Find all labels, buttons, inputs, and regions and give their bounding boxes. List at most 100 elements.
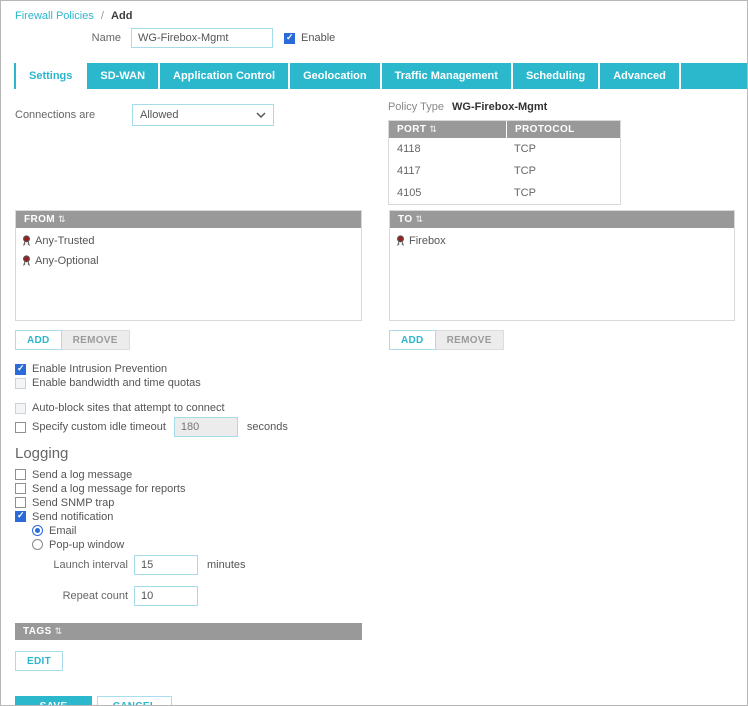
from-add-button[interactable]: ADD — [15, 330, 62, 350]
tab-scheduling[interactable]: Scheduling — [513, 63, 600, 89]
table-row: 4117 TCP — [389, 160, 620, 182]
to-panel-wrap: TO ⇅ Firebox ADD REMOVE — [389, 210, 735, 350]
to-remove-button[interactable]: REMOVE — [436, 330, 504, 350]
tags-column-header[interactable]: TAGS ⇅ — [15, 623, 362, 640]
tab-advanced[interactable]: Advanced — [600, 63, 681, 89]
send-notification-label: Send notification — [32, 511, 113, 523]
settings-tab-content: Connections are Allowed Policy Type WG-Fi… — [1, 101, 747, 706]
launch-interval-label: Launch interval — [15, 559, 128, 571]
email-radio-label: Email — [49, 525, 77, 537]
to-column-header[interactable]: TO ⇅ — [390, 211, 734, 228]
protocol-cell: TCP — [506, 160, 544, 182]
column-gap — [361, 101, 388, 200]
logging-heading: Logging — [15, 445, 733, 463]
send-snmp-checkbox[interactable] — [15, 497, 26, 508]
from-column-header[interactable]: FROM ⇅ — [16, 211, 361, 228]
port-cell: 4105 — [389, 182, 506, 204]
idle-timeout-input[interactable] — [174, 417, 238, 437]
name-label: Name — [15, 32, 121, 44]
to-add-button[interactable]: ADD — [389, 330, 436, 350]
protocol-column-header[interactable]: PROTOCOL — [506, 121, 620, 138]
table-row: 4105 TCP — [389, 182, 620, 204]
firewall-policy-add-page: Firewall Policies / Add Name Enable Sett… — [0, 0, 748, 706]
launch-interval-unit: minutes — [207, 559, 246, 571]
tab-settings[interactable]: Settings — [16, 63, 87, 89]
tab-sd-wan[interactable]: SD-WAN — [87, 63, 160, 89]
auto-block-label: Auto-block sites that attempt to connect — [32, 402, 225, 414]
intrusion-prevention-label: Enable Intrusion Prevention — [32, 363, 167, 375]
breadcrumb-firewall-policies-link[interactable]: Firewall Policies — [15, 10, 94, 22]
tab-application-control[interactable]: Application Control — [160, 63, 290, 89]
breadcrumb-separator: / — [101, 10, 104, 22]
bandwidth-quotas-checkbox[interactable] — [15, 378, 26, 389]
save-button[interactable]: SAVE — [15, 696, 92, 706]
from-panel-wrap: FROM ⇅ Any-Trusted Any-Optional — [15, 210, 389, 350]
top-section: Connections are Allowed Policy Type WG-Fi… — [15, 101, 733, 200]
idle-timeout-unit: seconds — [247, 421, 288, 433]
to-list: Firebox — [390, 228, 734, 320]
popup-window-radio-label: Pop-up window — [49, 539, 124, 551]
repeat-count-label: Repeat count — [15, 590, 128, 602]
alias-icon — [21, 235, 32, 247]
name-row: Name Enable — [15, 28, 747, 48]
from-to-section: FROM ⇅ Any-Trusted Any-Optional — [15, 210, 733, 350]
alias-icon — [395, 235, 406, 247]
repeat-count-input[interactable] — [134, 586, 198, 606]
sort-icon: ⇅ — [55, 626, 63, 637]
enable-checkbox[interactable] — [284, 33, 295, 44]
auto-block-checkbox[interactable] — [15, 403, 26, 414]
tab-geolocation[interactable]: Geolocation — [290, 63, 382, 89]
send-log-label: Send a log message — [32, 469, 132, 481]
breadcrumb-current: Add — [111, 10, 132, 22]
protocol-cell: TCP — [506, 182, 544, 204]
from-list: Any-Trusted Any-Optional — [16, 228, 361, 320]
tab-traffic-management[interactable]: Traffic Management — [382, 63, 513, 89]
port-cell: 4118 — [389, 138, 506, 160]
sort-icon: ⇅ — [58, 214, 66, 225]
send-log-reports-checkbox[interactable] — [15, 483, 26, 494]
bandwidth-quotas-label: Enable bandwidth and time quotas — [32, 377, 201, 389]
from-remove-button[interactable]: REMOVE — [62, 330, 130, 350]
connections-are-label: Connections are — [15, 104, 132, 126]
connections-dropdown-value: Allowed — [140, 109, 179, 121]
sort-icon: ⇅ — [416, 214, 424, 225]
name-input[interactable] — [131, 28, 273, 48]
port-column-header[interactable]: PORT ⇅ — [389, 121, 506, 138]
email-radio[interactable] — [32, 525, 43, 536]
from-panel: FROM ⇅ Any-Trusted Any-Optional — [15, 210, 362, 321]
port-cell: 4117 — [389, 160, 506, 182]
enable-label: Enable — [301, 32, 335, 44]
policy-type-value: WG-Firebox-Mgmt — [452, 101, 547, 113]
idle-timeout-label: Specify custom idle timeout — [32, 421, 166, 433]
tags-edit-button[interactable]: EDIT — [15, 651, 63, 671]
policy-options: Enable Intrusion Prevention Enable bandw… — [15, 362, 733, 437]
port-table-header: PORT ⇅ PROTOCOL — [389, 121, 620, 138]
launch-interval-input[interactable] — [134, 555, 198, 575]
connections-dropdown[interactable]: Allowed — [132, 104, 274, 126]
policy-type-label: Policy Type — [388, 101, 444, 113]
idle-timeout-checkbox[interactable] — [15, 422, 26, 433]
protocol-cell: TCP — [506, 138, 544, 160]
send-notification-checkbox[interactable] — [15, 511, 26, 522]
popup-window-radio[interactable] — [32, 539, 43, 550]
list-item[interactable]: Firebox — [390, 231, 734, 251]
to-panel: TO ⇅ Firebox — [389, 210, 735, 321]
enable-wrap: Enable — [284, 32, 335, 44]
from-buttons: ADD REMOVE — [15, 330, 389, 350]
send-log-checkbox[interactable] — [15, 469, 26, 480]
footer-actions: SAVE CANCEL — [15, 696, 733, 706]
cancel-button[interactable]: CANCEL — [97, 696, 172, 706]
intrusion-prevention-checkbox[interactable] — [15, 364, 26, 375]
alias-icon — [21, 255, 32, 267]
chevron-down-icon — [256, 112, 266, 119]
send-snmp-label: Send SNMP trap — [32, 497, 114, 509]
policy-type-column: Policy Type WG-Firebox-Mgmt PORT ⇅ PROTOC… — [388, 101, 733, 200]
to-buttons: ADD REMOVE — [389, 330, 735, 350]
list-item[interactable]: Any-Trusted — [16, 231, 361, 251]
send-log-reports-label: Send a log message for reports — [32, 483, 185, 495]
sort-icon: ⇅ — [429, 124, 437, 135]
tags-section: TAGS ⇅ EDIT — [15, 623, 733, 671]
port-protocol-table: PORT ⇅ PROTOCOL 4118 TCP 4117 TCP — [388, 120, 621, 205]
breadcrumb: Firewall Policies / Add — [15, 10, 747, 22]
list-item[interactable]: Any-Optional — [16, 251, 361, 271]
